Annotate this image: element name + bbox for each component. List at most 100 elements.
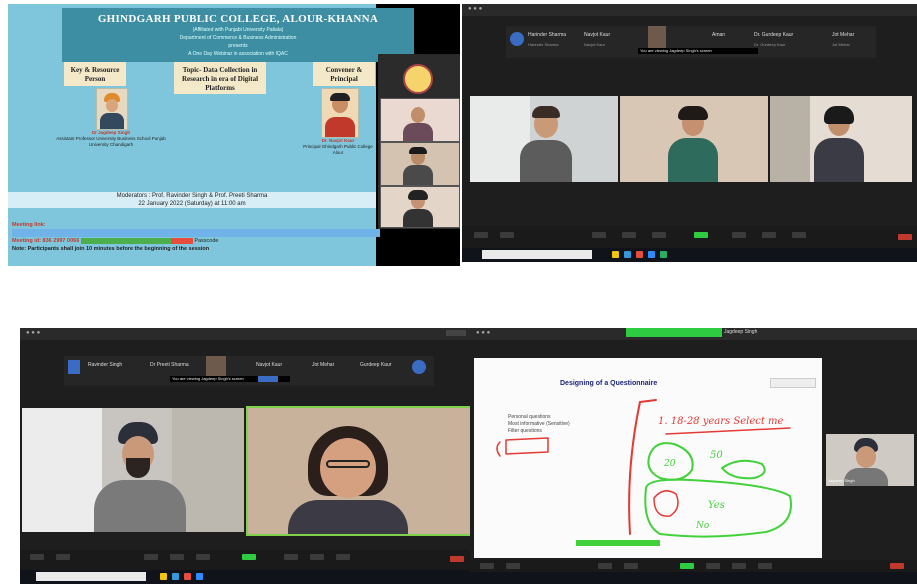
strip-name-2: Navjot Kaur	[584, 32, 611, 38]
reactions-button[interactable]	[732, 563, 746, 569]
poster-subtitle-4: A One Day Webinar in association with IQ…	[188, 51, 288, 57]
strip-name-2: Dr Preeti Sharma	[150, 362, 189, 368]
note: Note: Participants shall join 10 minutes…	[12, 246, 210, 252]
window-menu-dots[interactable]: ● ● ●	[468, 6, 482, 12]
ink-red-box	[505, 437, 549, 455]
strip-name-4: Aman	[712, 32, 726, 38]
convener-role: Principal Ghindgarh Public College Alour	[303, 144, 373, 155]
video-tile-2[interactable]	[380, 142, 460, 186]
unmute-button[interactable]	[480, 563, 494, 569]
video-tile-3[interactable]	[380, 186, 460, 228]
moderators: Moderators : Prof. Ravinder Singh & Prof…	[116, 193, 268, 199]
meeting-id: Meeting id: 836 2997 0066	[12, 238, 80, 244]
stop-share-button[interactable]	[258, 376, 278, 382]
app-icon[interactable]	[184, 573, 191, 580]
poll-button[interactable]	[652, 232, 666, 238]
unmute-button[interactable]	[474, 232, 488, 238]
ink-green-note-1: 20	[663, 459, 676, 469]
strip-sub-5: Dr. Gurdeep Kaur	[754, 42, 786, 47]
convener-caption: Dr. Navjot Kaur Principal Ghindgarh Publ…	[298, 138, 378, 156]
poster-footer-info: Moderators : Prof. Ravinder Singh & Prof…	[8, 192, 376, 208]
highlight-bar	[80, 237, 171, 244]
screen-share-banner: You are viewing Jagdeep Singh's screen	[638, 48, 758, 54]
resource-person-caption: Dr Jagdeep Singh Assistant Professor Uni…	[56, 130, 166, 148]
chat-button[interactable]	[622, 232, 636, 238]
meeting-details: Meeting link: Meeting id: 836 2997 0066 …	[8, 221, 380, 253]
poll-button[interactable]	[196, 554, 210, 560]
meeting-link[interactable]	[12, 229, 380, 237]
taskbar-search-input[interactable]	[36, 572, 146, 581]
leave-button[interactable]	[450, 556, 464, 562]
video-tile-active-speaker[interactable]	[246, 406, 472, 536]
video-tile-1[interactable]	[380, 98, 460, 142]
zoom-icon[interactable]	[196, 573, 203, 580]
folder-icon[interactable]	[612, 251, 619, 258]
college-name: GHINDGARH PUBLIC COLLEGE, ALOUR-KHANNA	[97, 13, 379, 25]
strip-name-1: Harinder Sharma	[528, 32, 567, 38]
start-video-button[interactable]	[56, 554, 70, 560]
ink-green-note-3: Yes	[708, 500, 725, 511]
reactions-button[interactable]	[762, 232, 776, 238]
unmute-button[interactable]	[30, 554, 44, 560]
participants-button[interactable]	[598, 563, 612, 569]
chat-button[interactable]	[624, 563, 638, 569]
reactions-button[interactable]	[310, 554, 324, 560]
presenter-name: Jagdeep Singh	[828, 478, 855, 483]
convener-tile: Convener & Principal	[313, 62, 375, 86]
strip-name-5: Dr. Gurdeep Kaur	[754, 32, 794, 38]
strip-name-5: Jot Mehar	[312, 362, 335, 368]
record-button[interactable]	[706, 563, 720, 569]
event-date: 22 January 2022 (Saturday) at 11:00 am	[138, 201, 246, 207]
participants-button[interactable]	[592, 232, 606, 238]
video-tile-participant-2[interactable]	[620, 96, 768, 182]
apps-button[interactable]	[792, 232, 806, 238]
taskbar-search-input[interactable]	[482, 250, 592, 259]
chat-button[interactable]	[170, 554, 184, 560]
start-video-button[interactable]	[500, 232, 514, 238]
video-tile-presenter[interactable]: Jagdeep Singh	[826, 434, 914, 486]
app-icon[interactable]	[636, 251, 643, 258]
excel-icon[interactable]	[660, 251, 667, 258]
meeting-link-label: Meeting link:	[12, 222, 46, 228]
ink-green-circle-2	[721, 459, 766, 480]
participant-nav-prev-icon[interactable]	[68, 360, 80, 374]
start-video-button[interactable]	[506, 563, 520, 569]
webinar-poster-screenshot: GHINDGARH PUBLIC COLLEGE, ALOUR-KHANNA (…	[8, 4, 460, 266]
participant-avatar-icon	[510, 32, 524, 46]
strip-name-1: Ravinder Singh	[88, 362, 123, 368]
poster-subtitle-2: Department of Commerce & Business Admini…	[179, 35, 297, 41]
meeting-controls	[462, 226, 917, 248]
strip-name-6: Gurdeep Kaur	[360, 362, 392, 368]
window-titlebar	[20, 328, 472, 340]
strip-thumbnail[interactable]	[206, 356, 226, 378]
record-button[interactable]	[732, 232, 746, 238]
view-options-button[interactable]	[446, 330, 466, 336]
ink-green-note-4: No	[695, 521, 710, 531]
resource-person-tile: Key & Resource Person	[64, 62, 126, 86]
folder-icon[interactable]	[160, 573, 167, 580]
video-tile-participant-3[interactable]	[770, 96, 912, 182]
share-screen-button[interactable]	[242, 554, 256, 560]
video-tile-speaker[interactable]	[22, 408, 244, 532]
apps-button[interactable]	[336, 554, 350, 560]
record-button[interactable]	[284, 554, 298, 560]
video-tile-speaker[interactable]	[470, 96, 618, 182]
strip-thumbnail[interactable]	[648, 26, 666, 50]
zoom-icon[interactable]	[648, 251, 655, 258]
participant-nav-next-icon[interactable]	[412, 360, 426, 374]
apps-button[interactable]	[758, 563, 772, 569]
meeting-controls	[20, 550, 472, 570]
leave-button[interactable]	[890, 563, 904, 569]
passcode: Passcode	[194, 238, 219, 244]
ink-red-note: 1. 18-28 years Select me	[658, 416, 784, 427]
browser-icon[interactable]	[624, 251, 631, 258]
ink-red-circle	[653, 490, 679, 517]
leave-button[interactable]	[898, 234, 912, 240]
poster-header: GHINDGARH PUBLIC COLLEGE, ALOUR-KHANNA (…	[62, 8, 414, 62]
participants-button[interactable]	[144, 554, 158, 560]
browser-icon[interactable]	[172, 573, 179, 580]
share-screen-button[interactable]	[694, 232, 708, 238]
share-screen-button[interactable]	[680, 563, 694, 569]
meeting-screenshot-gallery: ● ● ● Harinder Sharma Harinder Sharma Na…	[462, 4, 917, 262]
window-menu-dots[interactable]: ● ● ●	[26, 330, 40, 336]
